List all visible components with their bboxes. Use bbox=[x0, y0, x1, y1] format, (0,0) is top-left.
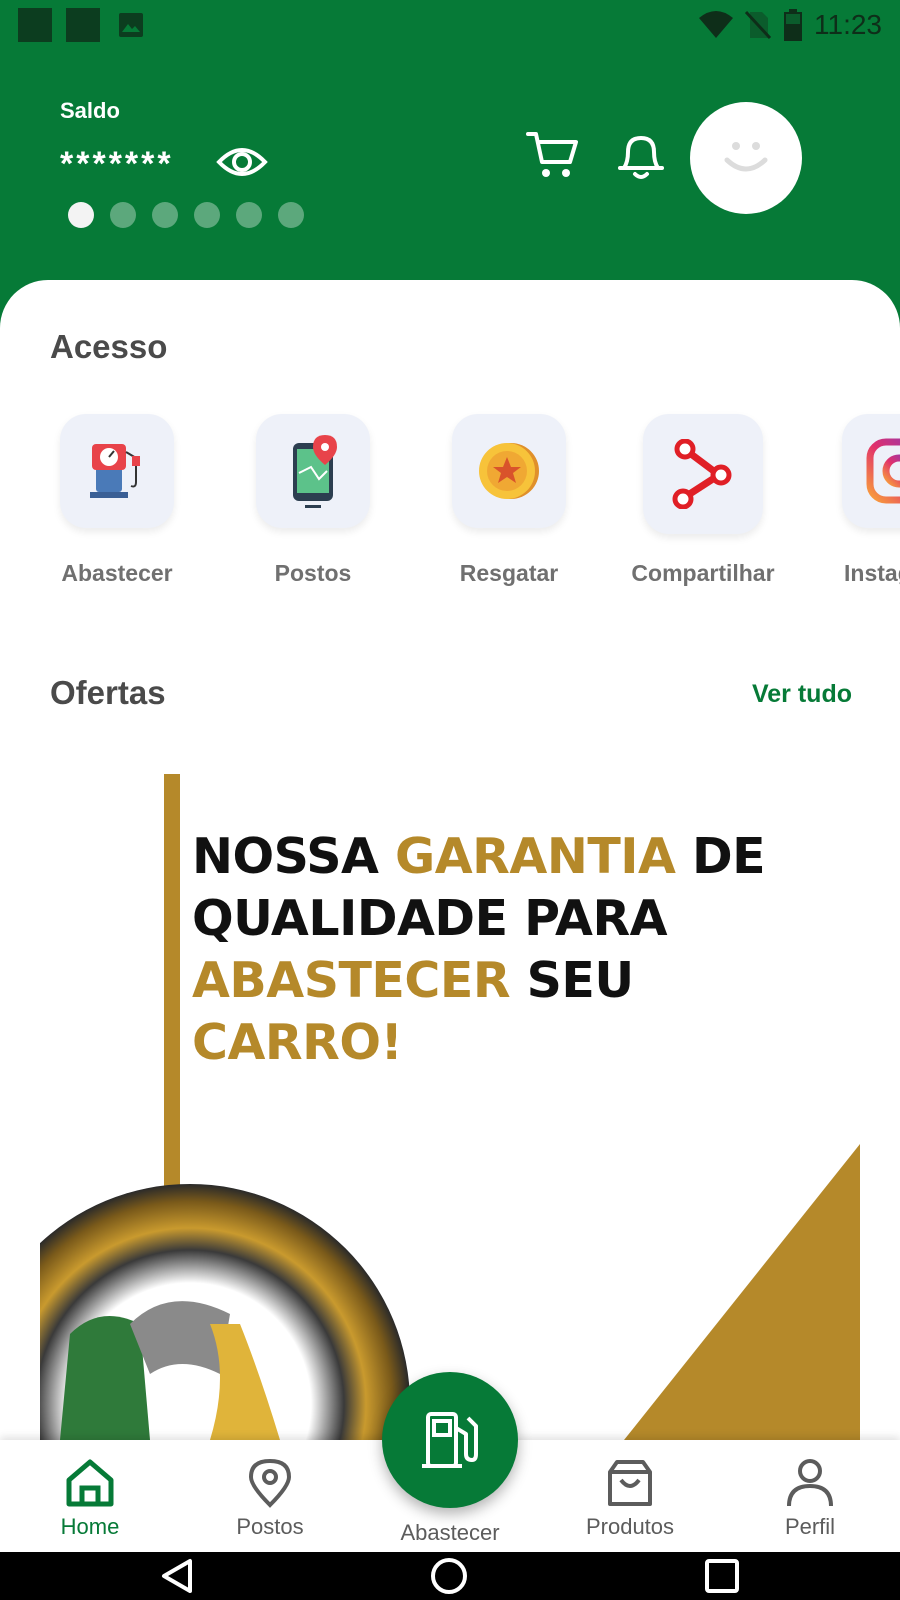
balance-label: Saldo bbox=[60, 98, 120, 123]
carousel-dot[interactable] bbox=[152, 202, 178, 228]
nav-label: Home bbox=[60, 1514, 120, 1539]
nav-perfil[interactable]: Perfil bbox=[740, 1458, 880, 1548]
offer-banner[interactable]: NOSSA GARANTIA DE QUALIDADE PARA ABASTEC… bbox=[40, 774, 860, 1440]
system-navigation-bar bbox=[0, 1552, 900, 1600]
recents-icon[interactable] bbox=[704, 1558, 740, 1594]
fuel-nozzle-image bbox=[40, 1184, 410, 1440]
shortcut-tile[interactable] bbox=[60, 414, 174, 528]
shopping-bag-icon bbox=[608, 1460, 652, 1506]
balance-carousel-dots[interactable] bbox=[68, 202, 304, 228]
shortcut-label: Abastecer bbox=[61, 560, 173, 586]
shortcut-tile[interactable] bbox=[256, 414, 370, 528]
nav-label: Postos bbox=[236, 1514, 304, 1539]
wifi-icon bbox=[699, 11, 733, 38]
abastecer-fab-button[interactable] bbox=[382, 1372, 518, 1508]
carousel-dot[interactable] bbox=[278, 202, 304, 228]
carousel-dot[interactable] bbox=[236, 202, 262, 228]
banner-word: SEU bbox=[526, 952, 635, 1009]
avatar[interactable] bbox=[690, 102, 802, 214]
cart-icon[interactable] bbox=[526, 130, 580, 180]
notification-square-icon bbox=[18, 8, 52, 42]
banner-word: GARANTIA bbox=[395, 828, 676, 885]
banner-headline: NOSSA GARANTIA DE QUALIDADE PARA ABASTEC… bbox=[192, 826, 852, 1074]
nav-label: Produtos bbox=[585, 1514, 675, 1539]
carousel-dot[interactable] bbox=[68, 202, 94, 228]
banner-word: ABASTECER bbox=[192, 952, 511, 1009]
no-sim-icon bbox=[744, 10, 772, 40]
carousel-dot[interactable] bbox=[194, 202, 220, 228]
eye-icon[interactable] bbox=[216, 140, 268, 184]
map-pin-phone-icon bbox=[293, 435, 337, 508]
banner-gold-triangle bbox=[624, 1144, 860, 1440]
clock: 11:23 bbox=[814, 9, 882, 40]
location-pin-icon bbox=[248, 1458, 292, 1508]
shortcut-tile[interactable] bbox=[452, 414, 566, 528]
shortcut-label: Compartilhar bbox=[631, 560, 775, 586]
home-circle-icon[interactable] bbox=[430, 1557, 468, 1595]
shortcut-compartilhar[interactable]: Compartilhar bbox=[608, 414, 798, 614]
shortcut-tile[interactable] bbox=[842, 414, 900, 528]
main-content[interactable]: Acesso Abastecer Postos Resgatar Compart… bbox=[0, 280, 900, 1440]
nav-home[interactable]: Home bbox=[20, 1458, 160, 1548]
back-icon[interactable] bbox=[160, 1558, 196, 1594]
section-title-acesso: Acesso bbox=[50, 328, 168, 365]
user-icon bbox=[787, 1459, 833, 1507]
shortcut-tile[interactable] bbox=[643, 414, 763, 534]
shortcut-resgatar[interactable]: Resgatar bbox=[414, 414, 604, 614]
banner-word: DE bbox=[691, 828, 766, 885]
image-notification-icon bbox=[119, 13, 143, 37]
carousel-dot[interactable] bbox=[110, 202, 136, 228]
see-all-link[interactable]: Ver tudo bbox=[752, 680, 852, 709]
banner-accent-bar bbox=[164, 774, 180, 1194]
star-coin-icon bbox=[479, 443, 539, 499]
fuel-pump-icon bbox=[422, 1412, 478, 1468]
share-icon bbox=[672, 439, 732, 509]
nav-label: Perfil bbox=[784, 1514, 836, 1539]
status-bar: 11:23 bbox=[0, 0, 900, 52]
shortcut-abastecer[interactable]: Abastecer bbox=[22, 414, 212, 614]
nav-label: Abastecer bbox=[400, 1520, 500, 1545]
nav-produtos[interactable]: Produtos bbox=[560, 1458, 700, 1548]
balance-value: ******* bbox=[60, 145, 174, 183]
battery-icon bbox=[784, 9, 802, 41]
shortcut-label: Instagram bbox=[844, 560, 900, 586]
avatar-smiley-icon bbox=[724, 142, 768, 172]
notification-square-icon bbox=[66, 8, 100, 42]
banner-word: CARRO! bbox=[192, 1014, 403, 1071]
instagram-icon bbox=[866, 438, 900, 504]
fuel-pump-icon bbox=[90, 444, 140, 498]
shortcut-instagram[interactable]: Instagram bbox=[804, 414, 900, 614]
section-title-ofertas: Ofertas bbox=[50, 674, 166, 711]
home-icon bbox=[66, 1459, 114, 1507]
shortcut-label: Resgatar bbox=[459, 560, 559, 586]
shortcut-label: Postos bbox=[274, 560, 352, 586]
banner-line: QUALIDADE PARA bbox=[192, 890, 668, 947]
nav-postos[interactable]: Postos bbox=[200, 1458, 340, 1548]
banner-word: NOSSA bbox=[192, 828, 379, 885]
shortcut-postos[interactable]: Postos bbox=[218, 414, 408, 614]
bell-icon[interactable] bbox=[614, 130, 668, 182]
